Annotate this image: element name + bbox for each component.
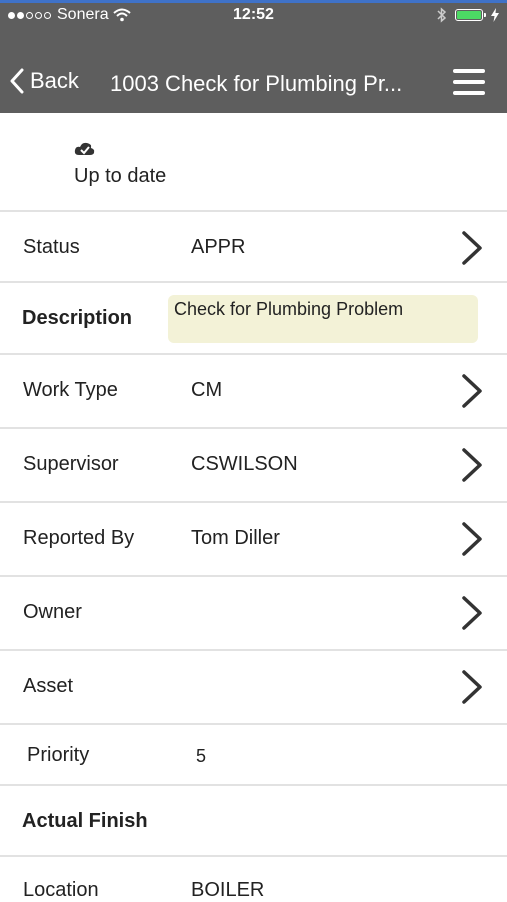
field-row-location[interactable]: Location BOILER [0,855,507,901]
field-label: Actual Finish [22,810,148,832]
chevron-right-icon [462,448,482,482]
field-value: APPR [191,236,246,258]
field-value: CSWILSON [191,453,298,475]
page-title: 1003 Check for Plumbing Pr... [110,71,403,96]
field-row-priority: Priority 5 [0,723,507,784]
field-label: Asset [23,675,74,697]
field-value: BOILER [191,879,265,901]
field-label: Status [23,236,80,258]
field-row-asset[interactable]: Asset [0,649,507,723]
chevron-right-icon [462,670,482,704]
bluetooth-icon [437,7,447,23]
menu-icon[interactable] [453,69,485,97]
field-row-supervisor[interactable]: Supervisor CSWILSON [0,427,507,501]
field-label: Description [22,307,133,329]
chevron-left-icon [10,68,24,94]
chevron-right-icon [462,374,482,408]
charging-icon [491,8,499,22]
field-value: CM [191,379,223,401]
sync-status-text: Up to date [74,165,167,187]
field-label: Location [23,879,99,901]
back-label: Back [30,68,79,93]
back-button[interactable]: Back [10,68,79,94]
cloud-check-icon [74,142,95,155]
field-label: Reported By [23,527,135,549]
status-bar: Sonera 12:52 [0,3,507,27]
field-row-status[interactable]: Status APPR [0,210,507,281]
field-label: Owner [23,601,82,623]
chevron-right-icon [462,522,482,556]
field-label: Work Type [23,379,118,401]
field-label: Priority [27,744,90,766]
field-value: Tom Diller [191,527,280,549]
field-row-owner[interactable]: Owner [0,575,507,649]
priority-input[interactable]: 5 [196,746,206,767]
navigation-bar: Back 1003 Check for Plumbing Pr... [0,27,507,113]
description-field[interactable]: Check for Plumbing Problem [168,295,478,343]
field-row-description: Description Check for Plumbing Problem [0,281,507,353]
status-right-group [437,7,499,23]
sync-status: Up to date [0,113,507,210]
chevron-right-icon [462,231,482,265]
field-label: Supervisor [23,453,119,475]
chevron-right-icon [462,596,482,630]
battery-icon [455,9,486,21]
field-row-reported-by[interactable]: Reported By Tom Diller [0,501,507,575]
clock: 12:52 [233,6,274,23]
field-row-work-type[interactable]: Work Type CM [0,353,507,427]
field-row-actual-finish: Actual Finish [0,784,507,855]
